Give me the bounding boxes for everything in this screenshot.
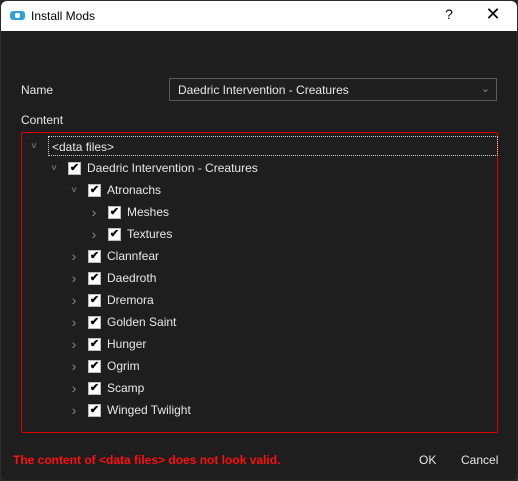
ok-button[interactable]: OK <box>419 453 436 467</box>
tree-item[interactable]: › ✔ Clannfear <box>68 246 159 266</box>
chevron-right-icon[interactable]: › <box>68 292 80 308</box>
cancel-button[interactable]: Cancel <box>461 453 498 467</box>
app-icon <box>10 11 25 20</box>
checkbox[interactable]: ✔ <box>88 293 101 307</box>
tree-item[interactable]: › ✔ Textures <box>88 224 173 244</box>
tree-item-label: Golden Saint <box>107 315 177 329</box>
chevron-down-icon[interactable]: ˅ <box>28 141 40 152</box>
chevron-right-icon[interactable]: › <box>88 226 100 242</box>
checkbox[interactable]: ✔ <box>88 381 101 395</box>
tree-item-label: <data files> <box>48 136 498 156</box>
tree-item[interactable]: ˅ <data files> <box>28 136 498 156</box>
tree-item-label: Daedric Intervention - Creatures <box>87 161 258 175</box>
tree-item-label: Daedroth <box>107 271 157 285</box>
checkbox[interactable]: ✔ <box>88 315 101 329</box>
checkbox[interactable]: ✔ <box>68 161 81 175</box>
content-label: Content <box>21 113 64 127</box>
checkbox[interactable]: ✔ <box>88 337 101 351</box>
chevron-right-icon[interactable]: › <box>68 380 80 396</box>
tree-item[interactable]: › ✔ Golden Saint <box>68 312 177 332</box>
tree-item[interactable]: › ✔ Hunger <box>68 334 147 354</box>
tree-item-label: Clannfear <box>107 249 160 263</box>
tree-item[interactable]: ˅ ✔ Atronachs <box>68 180 161 200</box>
help-button[interactable]: ? <box>441 6 457 22</box>
checkbox[interactable]: ✔ <box>108 205 121 219</box>
tree-item-label: Dremora <box>107 293 154 307</box>
checkbox[interactable]: ✔ <box>88 249 101 263</box>
checkbox[interactable]: ✔ <box>108 227 121 241</box>
tree-item[interactable]: › ✔ Ogrim <box>68 356 140 376</box>
tree-item[interactable]: › ✔ Winged Twilight <box>68 400 191 420</box>
tree-item[interactable]: › ✔ Dremora <box>68 290 154 310</box>
chevron-down-icon[interactable]: ˅ <box>68 185 80 196</box>
tree-item-label: Scamp <box>107 381 145 395</box>
tree-item-label: Winged Twilight <box>107 403 191 417</box>
chevron-right-icon[interactable]: › <box>68 336 80 352</box>
checkbox[interactable]: ✔ <box>88 403 101 417</box>
window-title: Install Mods <box>31 9 96 23</box>
tree-item-label: Atronachs <box>107 183 162 197</box>
install-mods-dialog: Install Mods ? ✕ Name Daedric Interventi… <box>1 1 517 480</box>
chevron-down-icon[interactable]: ˅ <box>48 163 60 174</box>
tree-item[interactable]: › ✔ Scamp <box>68 378 145 398</box>
checkbox[interactable]: ✔ <box>88 271 101 285</box>
close-button[interactable]: ✕ <box>483 4 503 25</box>
chevron-right-icon[interactable]: › <box>68 402 80 418</box>
tree-item[interactable]: › ✔ Daedroth <box>68 268 157 288</box>
checkbox[interactable]: ✔ <box>88 359 101 373</box>
name-combobox[interactable]: Daedric Intervention - Creatures ⌄ <box>169 78 497 101</box>
chevron-down-icon: ⌄ <box>480 83 490 95</box>
chevron-right-icon[interactable]: › <box>88 204 100 220</box>
chevron-right-icon[interactable]: › <box>68 358 80 374</box>
tree-item-label: Ogrim <box>107 359 140 373</box>
checkbox[interactable]: ✔ <box>88 183 101 197</box>
tree-item-label: Hunger <box>107 337 147 351</box>
tree-item-label: Textures <box>127 227 173 241</box>
title-bar: Install Mods ? ✕ <box>1 1 517 31</box>
error-message: The content of <data files> does not loo… <box>13 453 281 467</box>
chevron-right-icon[interactable]: › <box>68 270 80 286</box>
name-value: Daedric Intervention - Creatures <box>178 83 349 97</box>
tree-item-label: Meshes <box>127 205 170 219</box>
chevron-right-icon[interactable]: › <box>68 314 80 330</box>
chevron-right-icon[interactable]: › <box>68 248 80 264</box>
tree-item[interactable]: ˅ ✔ Daedric Intervention - Creatures <box>48 158 258 178</box>
name-label: Name <box>21 83 54 97</box>
content-tree[interactable]: ˅ <data files> ˅ ✔ Daedric Intervention - Cr… <box>21 132 498 433</box>
tree-item[interactable]: › ✔ Meshes <box>88 202 169 222</box>
